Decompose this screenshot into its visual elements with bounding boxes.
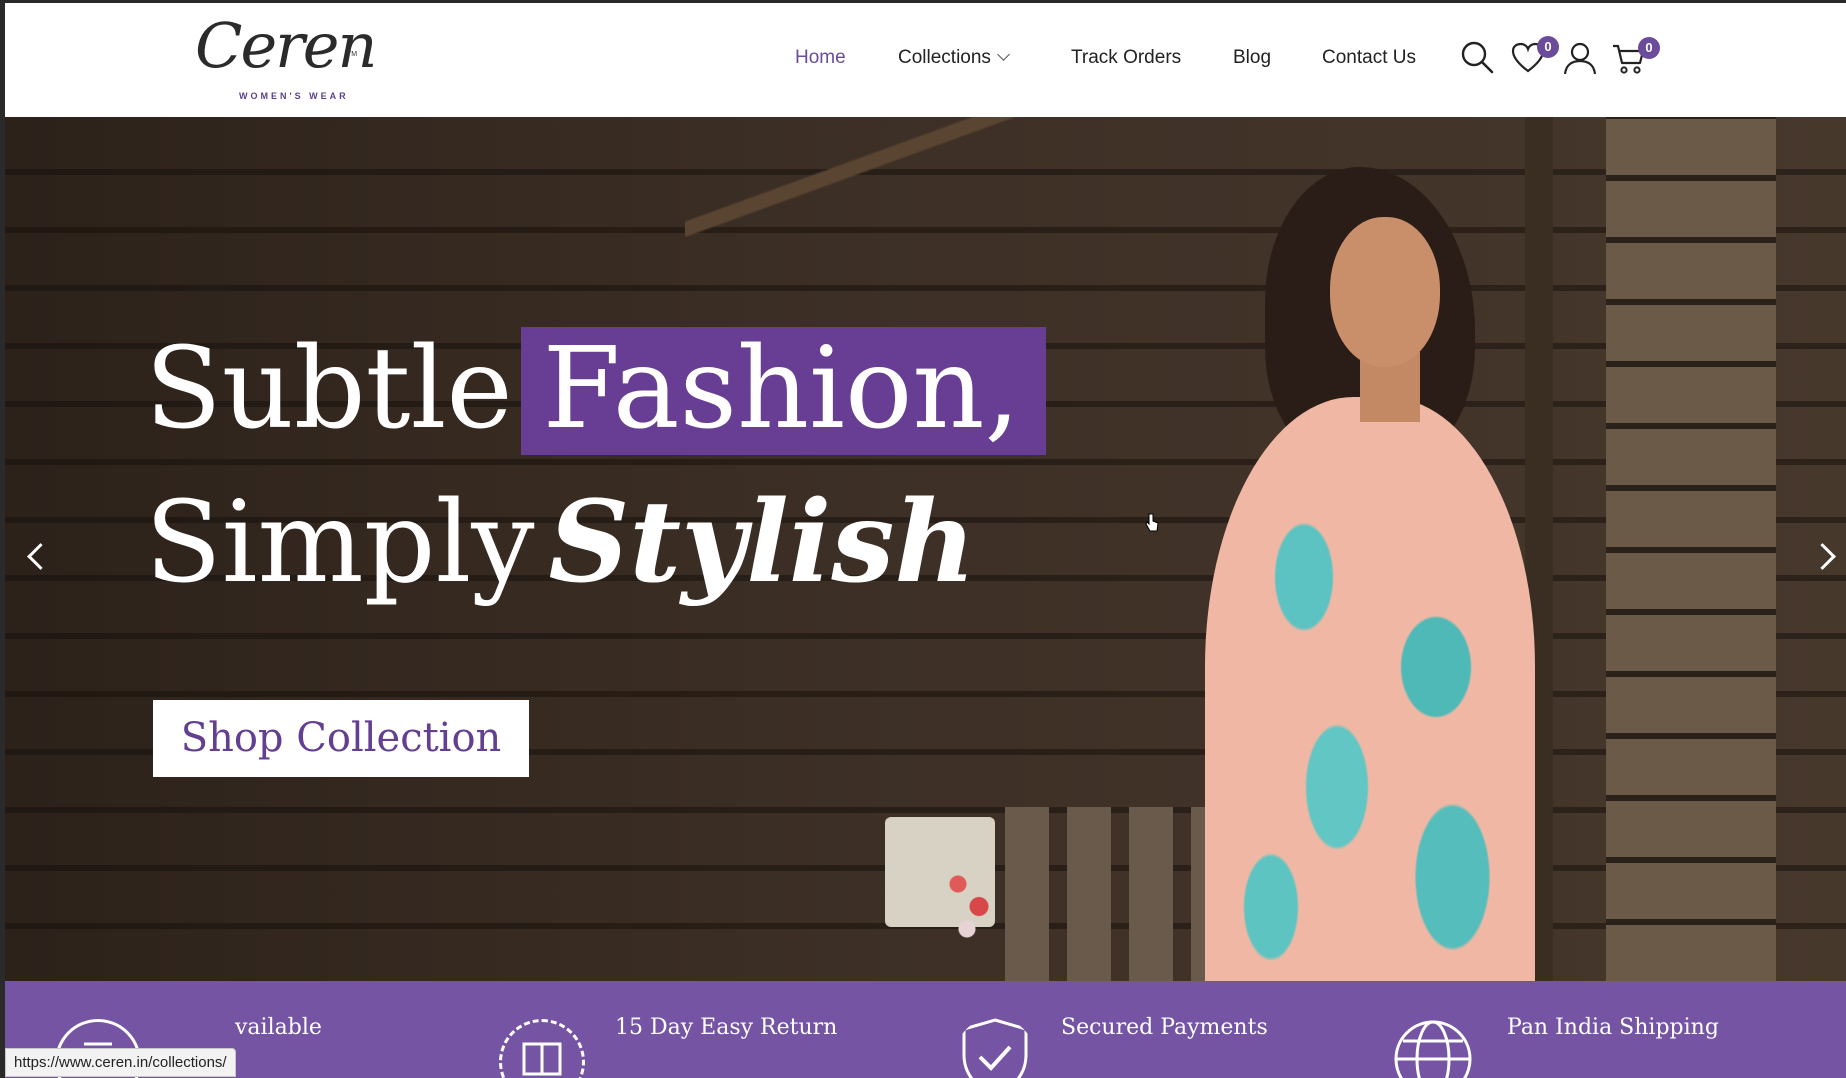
feature-bar: vailable 15 Day Easy Return Secured Paym… [5,981,1846,1078]
logo-trademark: TM [347,51,358,58]
chevron-left-icon [27,543,54,570]
slider-prev-button[interactable] [21,537,54,577]
globe-icon [1394,1020,1472,1078]
wishlist-count-badge: 0 [1537,36,1559,58]
headline-line-2: Simply Stylish [145,487,976,600]
slider-next-button[interactable] [1809,537,1841,577]
nav-contact[interactable]: Contact Us [1322,47,1416,69]
feature-label: 15 Day Easy Return [615,1015,838,1040]
account-button[interactable] [1563,41,1597,75]
model-dress [1205,397,1535,981]
background-staircase [685,117,1065,237]
nav-collections[interactable]: Collections [898,47,1010,69]
search-button[interactable] [1460,40,1494,74]
user-icon [1563,42,1597,75]
shield-check-icon [962,1018,1028,1078]
nav-home[interactable]: Home [795,47,846,69]
feature-label: vailable [235,1015,322,1040]
hero-model-image [1185,157,1545,981]
model-face [1330,217,1440,367]
headline-word-subtle: Subtle [145,324,513,454]
hero-banner: Subtle Fashion, Simply Stylish Shop Collec… [5,117,1846,981]
site-header: Ceren TM WOMEN'S WEAR Home Collections T… [5,3,1846,117]
headline-word-stylish: Stylish [548,477,976,608]
nav-blog[interactable]: Blog [1233,47,1271,69]
logo-tagline: WOMEN'S WEAR [239,91,349,101]
cart-button[interactable]: 0 [1612,37,1660,75]
feature-label: Pan India Shipping [1507,1015,1719,1040]
shop-collection-button[interactable]: Shop Collection [153,700,529,777]
headline-word-simply: Simply [145,478,535,608]
nav-collections-label: Collections [898,47,991,68]
feature-label: Secured Payments [1061,1015,1268,1040]
background-flowers [940,857,1000,947]
headline-highlight: Fashion, [520,327,1047,455]
return-box-icon [499,1019,585,1078]
background-wooden-wall [1606,117,1776,981]
search-icon [1461,41,1494,74]
link-status-bar: https://www.ceren.in/collections/ [5,1048,236,1077]
brand-logo[interactable]: Ceren TM WOMEN'S WEAR [195,11,377,111]
browser-viewport: Ceren TM WOMEN'S WEAR Home Collections T… [5,3,1846,1078]
return-box-glyph [522,1042,562,1076]
nav-track-orders[interactable]: Track Orders [1071,47,1181,69]
chevron-down-icon [997,48,1010,61]
headline-line-1: Subtle Fashion, [145,324,1047,455]
cart-count-badge: 0 [1638,37,1660,59]
chevron-right-icon [1809,543,1836,570]
wishlist-button[interactable]: 0 [1511,36,1559,74]
hand-cursor-icon [1145,513,1159,532]
logo-wordmark: Ceren [195,9,377,82]
